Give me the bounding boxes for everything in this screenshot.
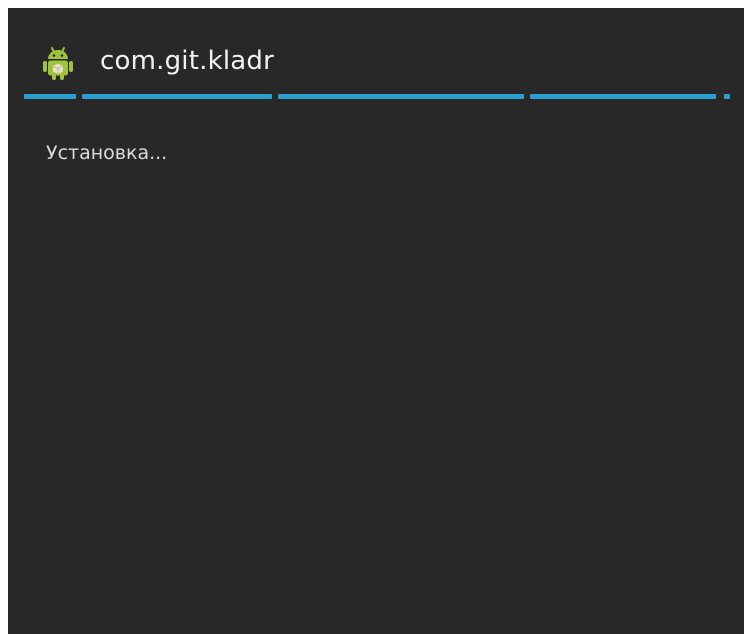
progress-segment bbox=[530, 94, 716, 99]
status-text: Установка... bbox=[46, 142, 168, 164]
progress-segment bbox=[82, 94, 272, 99]
install-dialog: com.git.kladr Установка... bbox=[8, 8, 744, 634]
dialog-header: com.git.kladr bbox=[8, 8, 744, 96]
progress-segment bbox=[278, 94, 524, 99]
indeterminate-progress-bar bbox=[24, 94, 732, 100]
dialog-title: com.git.kladr bbox=[100, 46, 274, 76]
progress-segment bbox=[24, 94, 76, 99]
progress-segment bbox=[724, 94, 730, 99]
android-icon bbox=[38, 42, 78, 82]
